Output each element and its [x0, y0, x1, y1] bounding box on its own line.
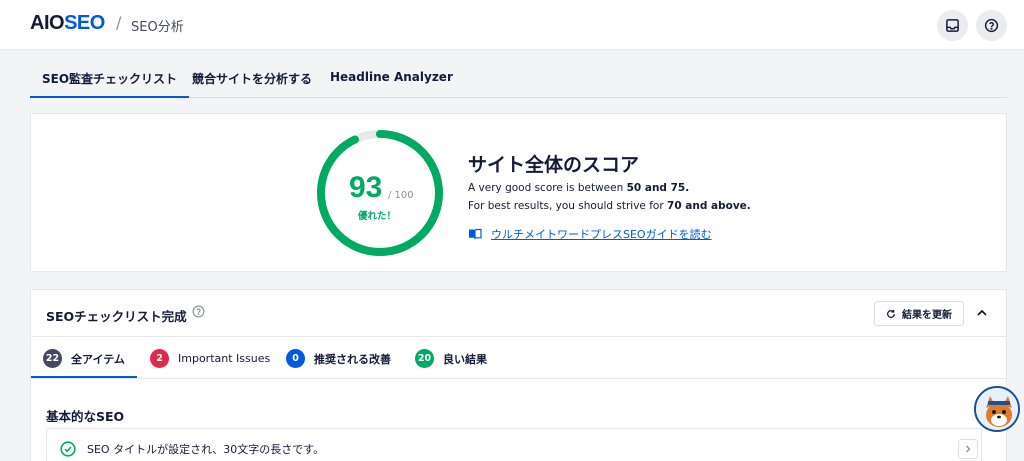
score-description-line-1: A very good score is between 50 and 75.: [468, 182, 689, 194]
main-tabs: SEO監査チェックリスト 競合サイトを分析する Headline Analyze…: [29, 60, 1007, 98]
inbox-icon: [946, 19, 959, 32]
tab-seo-audit-checklist[interactable]: SEO監査チェックリスト: [29, 70, 190, 98]
filter-label: 推奨される改善: [314, 352, 391, 366]
expand-item-button[interactable]: [958, 439, 978, 459]
tab-competitor-analysis[interactable]: 競合サイトを分析する: [192, 70, 312, 87]
filter-important-issues[interactable]: 2 Important Issues: [150, 349, 270, 368]
seo-guide-link-text: ウルチメイトワードプレスSEOガイドを読む: [491, 228, 712, 241]
filter-good-results[interactable]: 20 良い結果: [415, 349, 487, 368]
score-title: サイト全体のスコア: [468, 154, 640, 176]
checklist-item[interactable]: SEO タイトルが設定され、30文字の長さです。: [46, 428, 982, 461]
filter-all-items[interactable]: 22 全アイテム: [31, 349, 137, 378]
score-description-line-2: For best results, you should strive for …: [468, 200, 751, 212]
help-circle-icon: [984, 18, 999, 33]
breadcrumb-current: SEO分析: [131, 20, 184, 35]
filter-count-badge: 20: [415, 349, 434, 368]
help-icon[interactable]: [192, 305, 205, 318]
score-line-1-text: A very good score is between: [468, 182, 627, 194]
score-max: / 100: [388, 190, 414, 201]
breadcrumb-separator: /: [116, 13, 122, 32]
filter-recommended-improvements[interactable]: 0 推奨される改善: [286, 349, 391, 368]
chevron-up-icon[interactable]: [975, 306, 989, 320]
section-title-basic-seo: 基本的なSEO: [46, 409, 125, 424]
refresh-icon: [887, 309, 895, 318]
check-circle-icon: [60, 441, 76, 457]
help-button[interactable]: [976, 10, 1007, 41]
filter-label: 全アイテム: [71, 352, 125, 366]
seo-guide-link[interactable]: ウルチメイトワードプレスSEOガイドを読む: [468, 226, 712, 242]
mascot-avatar-icon: [976, 388, 1018, 430]
checklist-title: SEOチェックリスト完成: [46, 309, 187, 324]
book-icon: [469, 228, 482, 240]
filter-count-badge: 22: [43, 349, 62, 368]
filter-label: 良い結果: [443, 352, 487, 366]
score-value: 93: [349, 171, 383, 204]
score-line-2-text: For best results, you should strive for: [468, 200, 668, 212]
logo-text-main: AIO: [30, 12, 65, 34]
score-line-1-bold: 50 and 75.: [626, 182, 690, 194]
seo-checklist-card: SEOチェックリスト完成 結果を更新 22 全アイテム 2 Important …: [30, 289, 1007, 461]
aioseo-logo[interactable]: AIOSEO: [30, 12, 105, 35]
logo-text-accent: SEO: [64, 12, 105, 34]
checklist-item-text: SEO タイトルが設定され、30文字の長さです。: [87, 443, 325, 456]
site-score-card: 93 / 100 優れた！ サイト全体のスコア A very good scor…: [30, 113, 1007, 272]
refresh-results-button[interactable]: 結果を更新: [874, 301, 964, 326]
filter-count-badge: 2: [150, 349, 169, 368]
top-bar: AIOSEO / SEO分析: [0, 0, 1024, 50]
tab-headline-analyzer[interactable]: Headline Analyzer: [330, 70, 453, 84]
notifications-button[interactable]: [937, 10, 968, 41]
score-verdict: 優れた！: [358, 211, 397, 222]
chevron-right-icon: [966, 445, 971, 453]
refresh-results-label: 結果を更新: [902, 310, 952, 321]
checklist-filter-tabs: 22 全アイテム 2 Important Issues 0 推奨される改善 20…: [31, 337, 1006, 379]
mascot-help-widget[interactable]: [974, 386, 1020, 432]
filter-count-badge: 0: [286, 349, 305, 368]
score-line-2-bold: 70 and above.: [667, 200, 751, 212]
filter-label: Important Issues: [178, 352, 271, 365]
